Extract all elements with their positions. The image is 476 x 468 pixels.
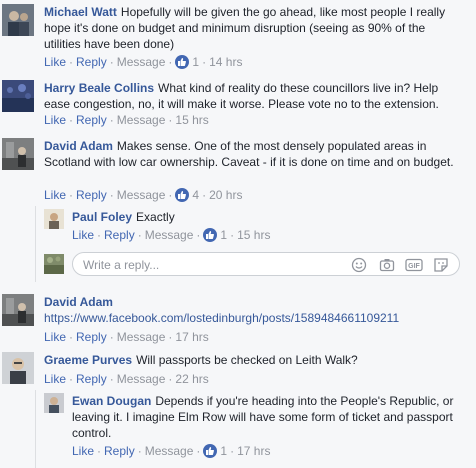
avatar[interactable] — [44, 209, 64, 229]
avatar[interactable] — [2, 80, 34, 112]
timestamp[interactable]: 15 hrs — [175, 113, 208, 127]
timestamp[interactable]: 17 hrs — [237, 444, 270, 458]
separator: · — [69, 55, 74, 69]
separator: · — [109, 113, 114, 127]
like-count[interactable]: 1 — [192, 55, 199, 69]
separator: · — [196, 444, 201, 458]
separator: · — [168, 330, 173, 344]
separator: · — [202, 55, 207, 69]
like-count[interactable]: 1 — [220, 228, 227, 242]
like-count-icon[interactable] — [203, 444, 218, 458]
separator: · — [168, 188, 173, 202]
reply-composer: GIF — [72, 252, 460, 276]
reply-input[interactable] — [81, 256, 345, 274]
comment-author[interactable]: Harry Beale Collins — [44, 81, 154, 95]
reply-button[interactable]: Reply — [76, 372, 107, 386]
timestamp[interactable]: 15 hrs — [237, 228, 270, 242]
reply-button[interactable]: Reply — [104, 228, 135, 242]
timestamp[interactable]: 22 hrs — [175, 372, 208, 386]
sticker-icon[interactable] — [433, 257, 449, 273]
like-count[interactable]: 4 — [192, 188, 199, 202]
separator: · — [109, 55, 114, 69]
svg-text:GIF: GIF — [408, 263, 420, 270]
reply-button[interactable]: Reply — [104, 444, 135, 458]
avatar[interactable] — [44, 393, 64, 413]
comment-author[interactable]: Graeme Purves — [44, 353, 132, 367]
like-button[interactable]: Like — [44, 188, 66, 202]
separator: · — [168, 372, 173, 386]
emoji-icon[interactable] — [351, 257, 367, 273]
message-button[interactable]: Message — [117, 113, 166, 127]
separator: · — [230, 228, 235, 242]
reply-button[interactable]: Reply — [76, 113, 107, 127]
like-button[interactable]: Like — [72, 228, 94, 242]
separator: · — [69, 372, 74, 386]
message-button[interactable]: Message — [145, 444, 194, 458]
comment-author[interactable]: Ewan Dougan — [72, 394, 151, 408]
separator: · — [230, 444, 235, 458]
separator: · — [109, 188, 114, 202]
comment-author[interactable]: David Adam — [44, 295, 113, 309]
avatar[interactable] — [2, 352, 34, 384]
reply-button[interactable]: Reply — [76, 188, 107, 202]
message-button[interactable]: Message — [117, 55, 166, 69]
comment-author[interactable]: David Adam — [44, 139, 113, 153]
separator: · — [109, 330, 114, 344]
separator: · — [69, 188, 74, 202]
like-button[interactable]: Like — [72, 444, 94, 458]
current-user-avatar — [44, 254, 64, 274]
timestamp[interactable]: 17 hrs — [175, 330, 208, 344]
like-button[interactable]: Like — [44, 55, 66, 69]
separator: · — [69, 113, 74, 127]
avatar[interactable] — [2, 4, 34, 36]
message-button[interactable]: Message — [117, 372, 166, 386]
camera-icon[interactable] — [379, 257, 395, 273]
avatar[interactable] — [2, 294, 34, 326]
comment-link[interactable]: https://www.facebook.com/lostedinburgh/p… — [44, 311, 399, 325]
comment-text: Exactly — [136, 210, 175, 224]
separator: · — [137, 228, 142, 242]
reply-button[interactable]: Reply — [76, 55, 107, 69]
separator: · — [97, 228, 102, 242]
timestamp[interactable]: 20 hrs — [209, 188, 242, 202]
separator: · — [168, 55, 173, 69]
reply-button[interactable]: Reply — [76, 330, 107, 344]
comment-author[interactable]: Michael Watt — [44, 5, 117, 19]
like-button[interactable]: Like — [44, 330, 66, 344]
message-button[interactable]: Message — [117, 188, 166, 202]
separator: · — [202, 188, 207, 202]
message-button[interactable]: Message — [117, 330, 166, 344]
separator: · — [69, 330, 74, 344]
reply-thread-line — [35, 390, 36, 468]
like-count-icon[interactable] — [175, 55, 190, 69]
separator: · — [109, 372, 114, 386]
comment-text: Will passports be checked on Leith Walk? — [136, 353, 358, 367]
timestamp[interactable]: 14 hrs — [209, 55, 242, 69]
like-count-icon[interactable] — [175, 188, 190, 202]
separator: · — [137, 444, 142, 458]
reply-thread-line — [35, 206, 36, 282]
message-button[interactable]: Message — [145, 228, 194, 242]
like-button[interactable]: Like — [44, 113, 66, 127]
gif-icon[interactable]: GIF — [405, 257, 423, 273]
like-count-icon[interactable] — [203, 228, 218, 242]
avatar[interactable] — [2, 138, 34, 170]
separator: · — [196, 228, 201, 242]
like-button[interactable]: Like — [44, 372, 66, 386]
comment-author[interactable]: Paul Foley — [72, 210, 132, 224]
separator: · — [168, 113, 173, 127]
separator: · — [97, 444, 102, 458]
like-count[interactable]: 1 — [220, 444, 227, 458]
